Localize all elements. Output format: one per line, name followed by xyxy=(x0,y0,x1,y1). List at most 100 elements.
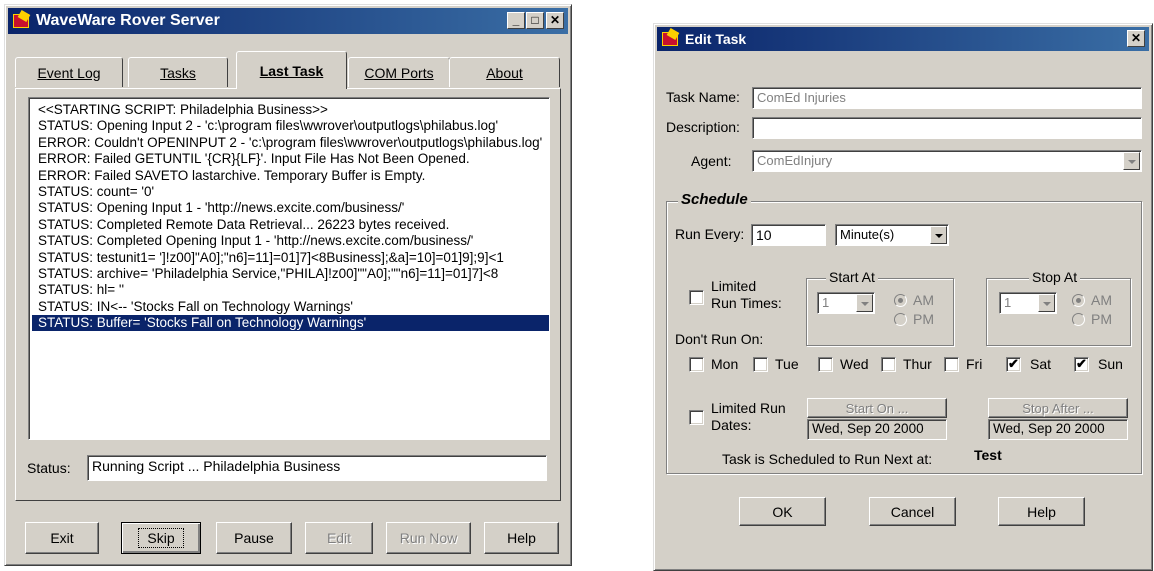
status-field: Running Script ... Philadelphia Business xyxy=(87,455,547,481)
run-every-label: Run Every: xyxy=(675,226,745,242)
rover-title-bar[interactable]: WaveWare Rover Server _ □ ✕ xyxy=(8,8,568,34)
start-on-button[interactable]: Start On ... xyxy=(807,398,947,418)
stop-at-title: Stop At xyxy=(1029,269,1081,285)
close-button[interactable]: ✕ xyxy=(1127,30,1145,47)
edit-button-label: Edit xyxy=(326,530,352,546)
run-every-field[interactable]: 10 xyxy=(751,224,826,246)
skip-button-label: Skip xyxy=(138,528,184,548)
cancel-button-label: Cancel xyxy=(890,503,935,520)
limited-run-times-label: Limited xyxy=(711,278,757,294)
log-line[interactable]: STATUS: Opening Input 1 - 'http://news.e… xyxy=(38,200,549,216)
log-line[interactable]: STATUS: testunit1= ']!z00]"A0];"n6]=11]=… xyxy=(38,250,549,266)
tab-last-task[interactable]: Last Task xyxy=(236,51,347,89)
schedule-title: Schedule xyxy=(678,191,751,208)
exit-button[interactable]: Exit xyxy=(25,522,99,554)
tab-com-ports[interactable]: COM Ports xyxy=(348,57,450,87)
log-line[interactable]: STATUS: hl= '' xyxy=(38,282,549,298)
log-line[interactable]: STATUS: archive= 'Philadelphia Service,"… xyxy=(38,266,549,282)
run-every-unit-dropdown[interactable]: Minute(s) xyxy=(835,224,949,246)
run-now-button[interactable]: Run Now xyxy=(386,522,471,554)
tab-label: COM Ports xyxy=(364,64,434,81)
tab-event-log[interactable]: Event Log xyxy=(15,57,123,87)
minimize-button[interactable]: _ xyxy=(507,12,525,29)
fri-label: Fri xyxy=(966,356,983,372)
stop-am-radio[interactable] xyxy=(1072,294,1085,307)
stop-pm-label: PM xyxy=(1091,311,1112,327)
status-label: Status: xyxy=(27,460,71,476)
dont-run-on-label: Don't Run On: xyxy=(675,331,764,347)
tab-about[interactable]: About xyxy=(449,57,560,87)
sat-checkbox[interactable]: ✔ xyxy=(1006,357,1021,372)
edit-task-title-bar[interactable]: Edit Task ✕ xyxy=(657,27,1149,51)
cancel-button[interactable]: Cancel xyxy=(869,497,956,526)
next-run-value: Test xyxy=(974,447,1002,463)
chevron-down-icon[interactable] xyxy=(1038,294,1055,312)
skip-button[interactable]: Skip xyxy=(121,522,201,554)
tab-label: Last Task xyxy=(259,62,324,79)
start-pm-radio[interactable] xyxy=(894,313,907,326)
log-line[interactable]: STATUS: count= '0' xyxy=(38,184,549,200)
agent-dropdown[interactable]: ComEdInjury xyxy=(752,150,1142,172)
chevron-down-icon[interactable] xyxy=(1123,152,1140,170)
waveware-app-icon xyxy=(661,30,681,48)
chevron-down-icon[interactable] xyxy=(856,294,873,312)
limited-run-times-checkbox[interactable] xyxy=(689,290,704,305)
waveware-app-icon xyxy=(12,12,32,30)
log-line[interactable]: ERROR: Couldn't OPENINPUT 2 - 'c:\progra… xyxy=(38,135,549,151)
stop-am-label: AM xyxy=(1091,292,1112,308)
start-pm-label: PM xyxy=(913,311,934,327)
sun-label: Sun xyxy=(1098,356,1123,372)
start-on-date-field[interactable]: Wed, Sep 20 2000 xyxy=(807,419,947,440)
tue-label: Tue xyxy=(775,356,799,372)
event-log-list[interactable]: <<STARTING SCRIPT: Philadelphia Business… xyxy=(28,97,550,440)
fri-checkbox[interactable] xyxy=(944,357,959,372)
wed-checkbox[interactable] xyxy=(818,357,833,372)
pause-button-label: Pause xyxy=(234,530,274,546)
log-line[interactable]: STATUS: Completed Remote Data Retrieval.… xyxy=(38,217,549,233)
rover-server-window: WaveWare Rover Server _ □ ✕ Event Log Ta… xyxy=(4,4,572,566)
sun-checkbox[interactable]: ✔ xyxy=(1074,357,1089,372)
log-line[interactable]: STATUS: IN<-- 'Stocks Fall on Technology… xyxy=(38,299,549,315)
mon-label: Mon xyxy=(711,356,739,372)
log-line[interactable]: <<STARTING SCRIPT: Philadelphia Business… xyxy=(38,102,549,118)
ok-button-label: OK xyxy=(772,503,793,520)
help-button-label: Help xyxy=(1027,503,1056,520)
limited-run-dates-checkbox[interactable] xyxy=(689,410,704,425)
limited-run-dates-label: Limited Run xyxy=(711,400,786,416)
chevron-down-icon[interactable] xyxy=(930,226,947,244)
stop-hour-dropdown[interactable]: 1 xyxy=(999,292,1057,314)
start-am-radio[interactable] xyxy=(894,294,907,307)
tab-tasks[interactable]: Tasks xyxy=(128,57,228,87)
thur-checkbox[interactable] xyxy=(881,357,896,372)
tue-checkbox[interactable] xyxy=(753,357,768,372)
thur-label: Thur xyxy=(903,356,932,372)
tab-label: About xyxy=(486,64,523,81)
stop-pm-radio[interactable] xyxy=(1072,313,1085,326)
log-line-selected[interactable]: STATUS: Buffer= 'Stocks Fall on Technolo… xyxy=(32,315,549,332)
log-line[interactable]: ERROR: Failed SAVETO lastarchive. Tempor… xyxy=(38,168,549,184)
limited-run-dates-label: Dates: xyxy=(711,417,752,433)
rover-window-title: WaveWare Rover Server xyxy=(36,12,220,29)
stop-after-button[interactable]: Stop After ... xyxy=(988,398,1128,418)
stop-after-date-field[interactable]: Wed, Sep 20 2000 xyxy=(988,419,1128,440)
agent-label: Agent: xyxy=(691,153,732,169)
log-line[interactable]: ERROR: Failed GETUNTIL '{CR}{LF}'. Input… xyxy=(38,151,549,167)
maximize-button[interactable]: □ xyxy=(526,12,544,29)
mon-checkbox[interactable] xyxy=(689,357,704,372)
help-button[interactable]: Help xyxy=(998,497,1085,526)
help-button-label: Help xyxy=(507,530,536,546)
edit-button[interactable]: Edit xyxy=(305,522,373,554)
start-hour-dropdown[interactable]: 1 xyxy=(817,292,875,314)
description-field[interactable] xyxy=(752,117,1142,139)
log-line[interactable]: STATUS: Completed Opening Input 1 - 'htt… xyxy=(38,233,549,249)
log-line[interactable]: STATUS: Opening Input 2 - 'c:\program fi… xyxy=(38,118,549,134)
description-label: Description: xyxy=(666,119,740,135)
pause-button[interactable]: Pause xyxy=(216,522,292,554)
ok-button[interactable]: OK xyxy=(739,497,826,526)
edit-task-title: Edit Task xyxy=(685,31,747,47)
start-hour-value: 1 xyxy=(822,295,830,310)
close-button[interactable]: ✕ xyxy=(546,12,564,29)
stop-after-button-label: Stop After ... xyxy=(1022,400,1094,416)
task-name-field[interactable]: ComEd Injuries xyxy=(752,87,1142,109)
help-button[interactable]: Help xyxy=(484,522,559,554)
